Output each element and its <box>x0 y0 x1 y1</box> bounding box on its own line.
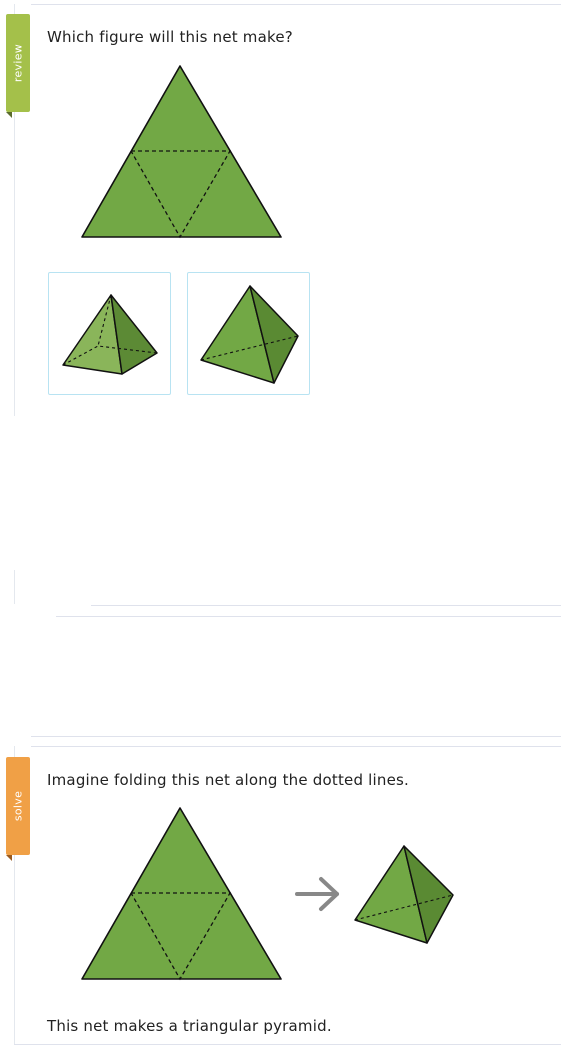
solve-tab-label: solve <box>11 790 25 822</box>
review-bottom-divider <box>91 605 561 606</box>
section-divider <box>56 616 561 617</box>
review-tab: review <box>6 14 30 112</box>
review-tab-label: review <box>11 43 25 83</box>
square-pyramid-icon <box>62 294 158 375</box>
choice-triangular-pyramid[interactable] <box>187 272 310 395</box>
arrow-right-icon <box>295 877 339 911</box>
question-text: Which figure will this net make? <box>47 28 293 46</box>
solve-tab: solve <box>6 757 30 855</box>
review-top-divider <box>31 4 561 5</box>
triangular-pyramid-icon <box>200 285 299 384</box>
triangle-net-figure <box>81 65 282 239</box>
solve-bottom-divider <box>14 1044 561 1045</box>
triangular-pyramid-result-icon <box>354 845 454 944</box>
solve-top-divider-2 <box>31 746 561 747</box>
review-left-border-lower <box>14 570 15 604</box>
solve-triangle-net-figure <box>81 807 282 981</box>
review-tab-fold <box>6 112 12 118</box>
solve-instruction-text: Imagine folding this net along the dotte… <box>47 771 410 789</box>
choice-square-pyramid[interactable] <box>48 272 171 395</box>
solve-conclusion-text: This net makes a triangular pyramid. <box>47 1017 332 1035</box>
solve-top-divider-1 <box>31 736 561 737</box>
solve-tab-fold <box>6 855 12 861</box>
